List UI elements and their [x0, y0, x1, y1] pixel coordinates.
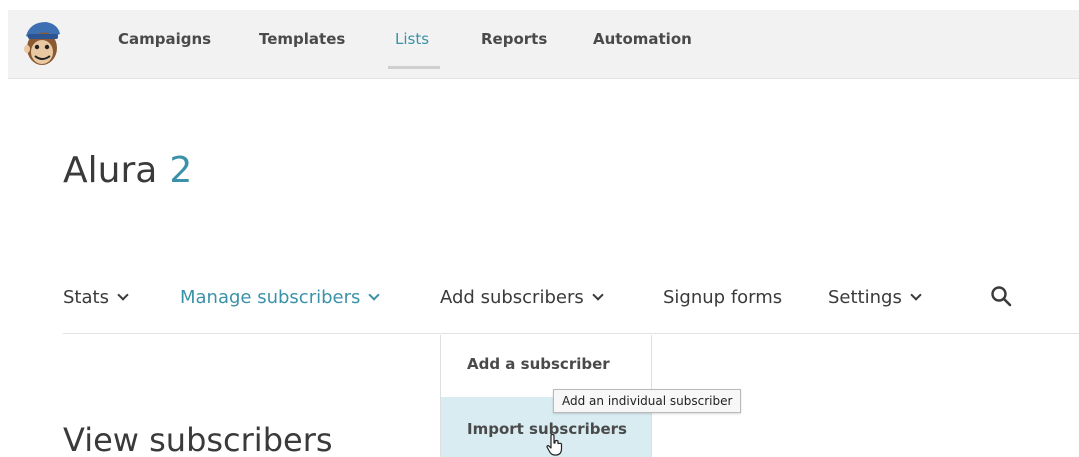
chimp-logo-icon[interactable] — [20, 18, 64, 70]
top-nav-bar: Campaigns Templates Lists Reports Automa… — [8, 10, 1079, 79]
nav-item-lists[interactable]: Lists — [395, 30, 429, 48]
nav-item-templates[interactable]: Templates — [259, 30, 345, 48]
subnav-stats[interactable]: Stats — [63, 287, 129, 308]
page-title: Alura 2 — [63, 150, 192, 191]
subnav-stats-label: Stats — [63, 287, 109, 308]
section-heading: View subscribers — [63, 421, 333, 457]
subnav-divider — [63, 333, 1079, 334]
subnav-settings-label: Settings — [828, 287, 902, 308]
chevron-down-icon — [592, 289, 604, 301]
page: Campaigns Templates Lists Reports Automa… — [0, 0, 1079, 457]
subnav-signup-forms[interactable]: Signup forms — [663, 287, 782, 308]
active-nav-indicator — [388, 66, 440, 69]
subnav-signup-forms-label: Signup forms — [663, 287, 783, 308]
subscriber-count: 2 — [169, 150, 193, 191]
nav-item-automation[interactable]: Automation — [593, 30, 692, 48]
nav-item-reports[interactable]: Reports — [481, 30, 547, 48]
chevron-down-icon — [117, 289, 129, 301]
subnav-manage-subscribers[interactable]: Manage subscribers — [180, 287, 381, 308]
subnav-settings[interactable]: Settings — [828, 287, 922, 308]
nav-item-campaigns[interactable]: Campaigns — [118, 30, 211, 48]
tooltip: Add an individual subscriber — [553, 389, 742, 413]
list-name: Alura — [63, 150, 158, 191]
menu-item-add-a-subscriber[interactable]: Add a subscriber — [441, 355, 651, 379]
hand-cursor-icon — [546, 433, 563, 456]
search-icon[interactable] — [989, 284, 1013, 308]
subnav-add-subscribers-label: Add subscribers — [440, 287, 584, 308]
subnav-add-subscribers[interactable]: Add subscribers — [440, 287, 604, 308]
subnav-manage-subscribers-label: Manage subscribers — [180, 287, 361, 308]
chevron-down-icon — [368, 289, 381, 301]
chevron-down-icon — [910, 289, 922, 301]
